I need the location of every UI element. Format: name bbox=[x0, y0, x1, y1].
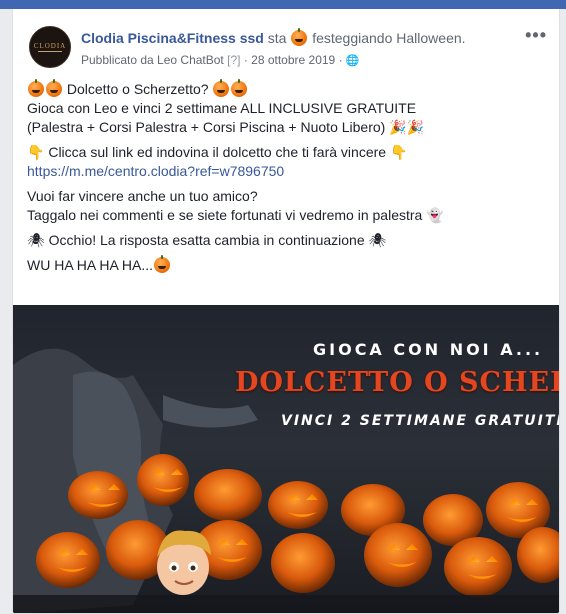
published-by: Pubblicato da Leo ChatBot bbox=[81, 53, 224, 67]
text-line: Taggalo nei commenti e se siete fortunat… bbox=[27, 207, 423, 223]
paragraph-2: 👇 Clicca sul link ed indovina il dolcett… bbox=[27, 143, 549, 181]
party-popper-icon: 🎉 bbox=[389, 119, 407, 135]
page-name-link[interactable]: Clodia Piscina&Fitness ssd bbox=[81, 30, 264, 46]
help-icon[interactable]: [?] bbox=[227, 53, 240, 67]
avatar-character bbox=[157, 530, 211, 595]
post-date[interactable]: 28 ottobre 2019 bbox=[251, 53, 335, 67]
spider-icon: 🕷 bbox=[27, 232, 45, 248]
text-line: Clicca sul link ed indovina il dolcetto … bbox=[48, 144, 387, 160]
activity-text: festeggiando Halloween. bbox=[312, 30, 466, 46]
pumpkin-icon bbox=[46, 79, 62, 97]
post-card: CLODIA Clodia Piscina&Fitness ssd sta fe… bbox=[12, 9, 560, 614]
text-line: Vuoi far vincere anche un tuo amico? bbox=[27, 188, 258, 204]
pumpkin-icon bbox=[154, 255, 171, 273]
status-verb: sta bbox=[267, 30, 287, 46]
text-line: Dolcetto o Scherzetto? bbox=[66, 81, 209, 97]
post-text: Dolcetto o Scherzetto? Gioca con Leo e v… bbox=[27, 79, 549, 281]
athlete-arm bbox=[163, 395, 258, 428]
pumpkin-icon bbox=[291, 28, 308, 46]
text-line: Gioca con Leo e vinci 2 settimane ALL IN… bbox=[27, 100, 417, 116]
meta-separator: · bbox=[243, 53, 248, 67]
globe-icon: 🌐 bbox=[345, 55, 360, 67]
paragraph-4: 🕷 Occhio! La risposta esatta cambia in c… bbox=[27, 231, 549, 250]
pointing-down-icon: 👇 bbox=[389, 144, 408, 160]
post-meta: Pubblicato da Leo ChatBot [?] · 28 ottob… bbox=[81, 52, 360, 69]
pumpkin-icon bbox=[231, 79, 248, 97]
text-line: WU HA HA HA HA... bbox=[27, 257, 154, 273]
text-line: Occhio! La risposta esatta cambia in con… bbox=[48, 232, 365, 248]
pumpkin-icon bbox=[28, 79, 44, 97]
paragraph-3: Vuoi far vincere anche un tuo amico? Tag… bbox=[27, 187, 549, 225]
avatar-logo-text: CLODIA bbox=[33, 42, 67, 50]
facebook-top-bar bbox=[0, 0, 566, 9]
text-line: (Palestra + Corsi Palestra + Corsi Pisci… bbox=[27, 119, 386, 135]
post-image[interactable]: GIOCA CON NOI A... DOLCETTO O SCHERZETTO… bbox=[13, 305, 560, 613]
pointing-down-icon: 👇 bbox=[27, 144, 45, 160]
paragraph-5: WU HA HA HA HA... bbox=[27, 255, 549, 275]
ghost-icon: 👻 bbox=[426, 207, 444, 223]
post-header: Clodia Piscina&Fitness ssd sta festeggia… bbox=[81, 28, 501, 47]
messenger-link[interactable]: https://m.me/centro.clodia?ref=w7896750 bbox=[27, 163, 284, 179]
paragraph-1: Dolcetto o Scherzetto? Gioca con Leo e v… bbox=[27, 79, 549, 137]
meta-separator-2: · bbox=[338, 53, 343, 67]
image-headline-3: VINCI 2 SETTIMANE GRATUITE! bbox=[281, 413, 560, 429]
image-headline-1: GIOCA CON NOI A... bbox=[313, 340, 544, 359]
page-avatar[interactable]: CLODIA bbox=[29, 26, 71, 68]
party-popper-icon: 🎉 bbox=[406, 119, 425, 135]
spider-icon: 🕷 bbox=[368, 232, 387, 248]
image-headline-2: DOLCETTO O SCHERZETTO? bbox=[235, 367, 559, 398]
avatar-logo-line bbox=[38, 51, 62, 52]
more-options-icon[interactable]: ••• bbox=[525, 25, 547, 46]
pumpkin-icon bbox=[213, 79, 230, 97]
